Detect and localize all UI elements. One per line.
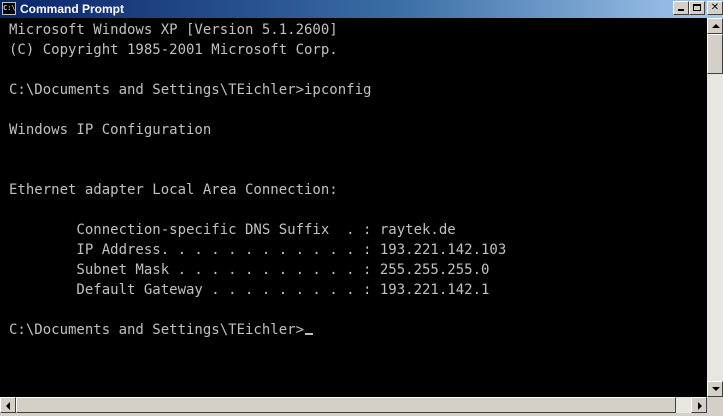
console-prompt-line[interactable]: C:\Documents and Settings\TEichler> [9,320,506,340]
scroll-up-button[interactable] [707,18,723,34]
title-bar[interactable]: C:\ Command Prompt ✕ [0,0,723,18]
console-line: Ethernet adapter Local Area Connection: [9,182,338,198]
console-prompt: C:\Documents and Settings\TEichler> [9,322,305,338]
console-line: (C) Copyright 1985-2001 Microsoft Corp. [9,42,338,58]
scroll-right-button[interactable] [691,397,707,413]
console-line: Microsoft Windows XP [Version 5.1.2600] [9,22,338,38]
console-line: C:\Documents and Settings\TEichler>ipcon… [9,82,372,98]
console-text: Microsoft Windows XP [Version 5.1.2600] (… [9,20,506,340]
arrow-up-icon [712,24,720,28]
minimize-icon [678,9,684,11]
scrollbar-corner [707,397,723,413]
close-icon: ✕ [710,2,720,13]
console-line: Default Gateway . . . . . . . . . : 193.… [9,282,490,298]
close-button[interactable]: ✕ [707,1,723,15]
text-cursor [305,333,314,335]
scroll-left-button[interactable] [0,397,16,413]
console-output-area[interactable]: Microsoft Windows XP [Version 5.1.2600] (… [0,18,707,397]
window-controls: ✕ [673,1,723,17]
window-title: Command Prompt [20,2,125,16]
maximize-button[interactable] [689,1,705,15]
command-prompt-window: C:\ Command Prompt ✕ Microsoft Windows X… [0,0,723,416]
maximize-icon [693,4,701,11]
arrow-left-icon [6,402,10,410]
scroll-down-button[interactable] [707,381,723,397]
console-app-icon[interactable]: C:\ [2,2,16,15]
minimize-button[interactable] [673,1,689,15]
horizontal-scroll-thumb[interactable] [16,397,676,413]
console-line: Windows IP Configuration [9,122,212,138]
console-line: IP Address. . . . . . . . . . . . : 193.… [9,242,507,258]
console-line: Connection-specific DNS Suffix . : rayte… [9,222,456,238]
vertical-scroll-thumb[interactable] [707,34,723,74]
horizontal-scrollbar[interactable] [0,397,707,413]
console-line: Subnet Mask . . . . . . . . . . . : 255.… [9,262,490,278]
arrow-down-icon [712,387,720,391]
vertical-scrollbar[interactable] [707,18,723,397]
arrow-right-icon [698,402,702,410]
